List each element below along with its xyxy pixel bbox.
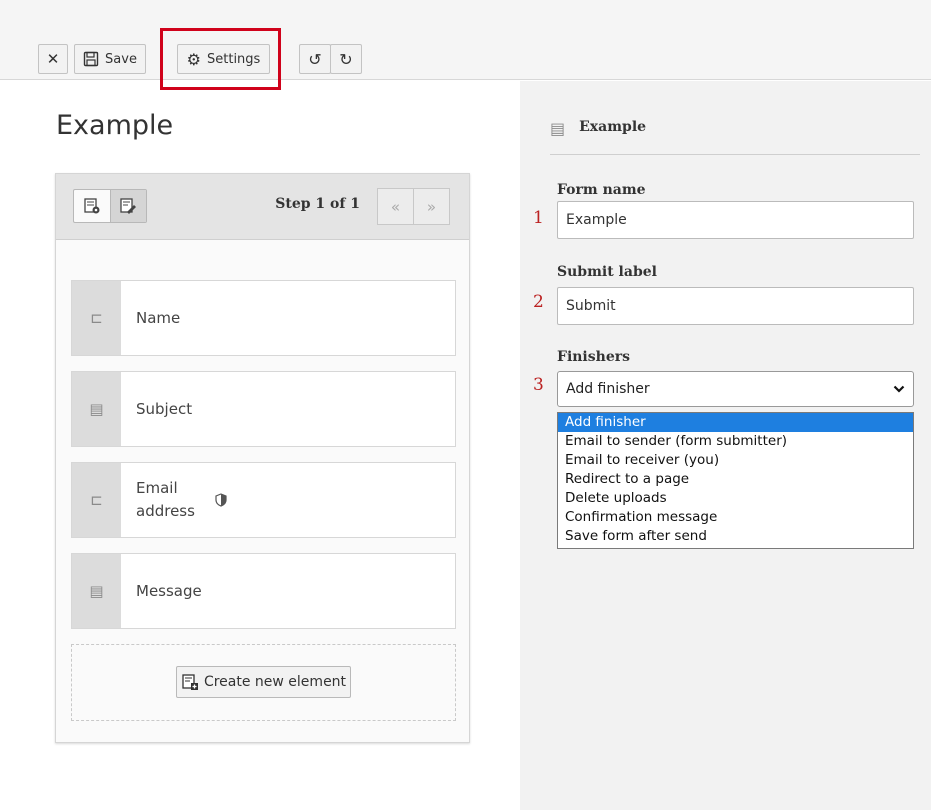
annotation-number: 1 (533, 208, 544, 228)
page-title: Example (56, 110, 174, 141)
finisher-option[interactable]: Add finisher (558, 413, 913, 432)
form-element-message[interactable]: ▤ Message (71, 553, 456, 629)
redo-icon: ↻ (339, 49, 353, 69)
finisher-option[interactable]: Delete uploads (558, 489, 913, 508)
form-element-label: Email address (136, 479, 195, 520)
submit-label-input[interactable]: Submit (557, 287, 914, 325)
preview-form-icon (84, 198, 100, 214)
form-stage: Step 1 of 1 « » ⊏ Name ▤ Subject ⊏ Email… (55, 173, 470, 743)
text-field-icon: ⊏ (72, 463, 121, 537)
finisher-option[interactable]: Email to sender (form submitter) (558, 432, 913, 451)
edit-form-icon (120, 198, 137, 214)
add-element-icon (182, 674, 198, 690)
create-new-element-button[interactable]: Create new element (176, 666, 351, 698)
form-element-label: Name (136, 308, 181, 327)
chevron-down-icon (893, 385, 905, 393)
inspector-panel: ▤ Example Form name 1 Example Submit lab… (520, 81, 931, 810)
stage-header: Step 1 of 1 « » (56, 174, 469, 240)
toolbar: ✕ Save ⚙ Settings ↺ ↻ (0, 0, 931, 80)
form-element-label: Message (136, 581, 202, 600)
add-element-zone: Create new element (71, 644, 456, 721)
close-button[interactable]: ✕ (38, 44, 68, 74)
previous-step-button[interactable]: « (378, 189, 413, 224)
save-label: Save (105, 51, 137, 67)
finisher-option[interactable]: Save form after send (558, 527, 913, 546)
finisher-option[interactable]: Confirmation message (558, 508, 913, 527)
form-element-subject[interactable]: ▤ Subject (71, 371, 456, 447)
form-element-label: Subject (136, 399, 193, 418)
finishers-dropdown-list: Add finisher Email to sender (form submi… (557, 412, 914, 549)
shield-icon (201, 463, 241, 537)
close-icon: ✕ (46, 50, 60, 68)
settings-highlight-box (160, 28, 281, 90)
preview-mode-button[interactable] (74, 190, 110, 222)
finishers-select[interactable]: Add finisher (557, 371, 914, 407)
undo-button[interactable]: ↺ (299, 44, 331, 74)
annotation-number: 2 (533, 292, 544, 312)
redo-button[interactable]: ↻ (330, 44, 362, 74)
floppy-disk-icon (83, 51, 99, 67)
save-button[interactable]: Save (74, 44, 146, 74)
abstract-mode-button[interactable] (109, 190, 146, 222)
form-name-label: Form name (557, 182, 646, 198)
textarea-icon: ▤ (72, 372, 121, 446)
text-field-icon: ⊏ (72, 281, 121, 355)
step-indicator: Step 1 of 1 (275, 196, 360, 212)
annotation-number: 3 (533, 375, 544, 395)
form-name-input[interactable]: Example (557, 201, 914, 239)
finisher-option[interactable]: Email to receiver (you) (558, 451, 913, 470)
next-step-button[interactable]: » (413, 189, 449, 224)
step-pager: « » (377, 188, 450, 225)
view-mode-toggle (73, 189, 147, 223)
textarea-icon: ▤ (72, 554, 121, 628)
form-icon: ▤ (550, 119, 566, 138)
form-element-email[interactable]: ⊏ Email address (71, 462, 456, 538)
inspector-header: ▤ Example (550, 111, 920, 155)
form-element-name[interactable]: ⊏ Name (71, 280, 456, 356)
finishers-label: Finishers (557, 349, 630, 365)
create-new-element-label: Create new element (203, 674, 347, 690)
inspector-title: Example (579, 119, 647, 135)
finishers-selected-value: Add finisher (566, 381, 650, 397)
finisher-option[interactable]: Redirect to a page (558, 470, 913, 489)
submit-label-label: Submit label (557, 264, 657, 280)
undo-icon: ↺ (308, 49, 322, 69)
